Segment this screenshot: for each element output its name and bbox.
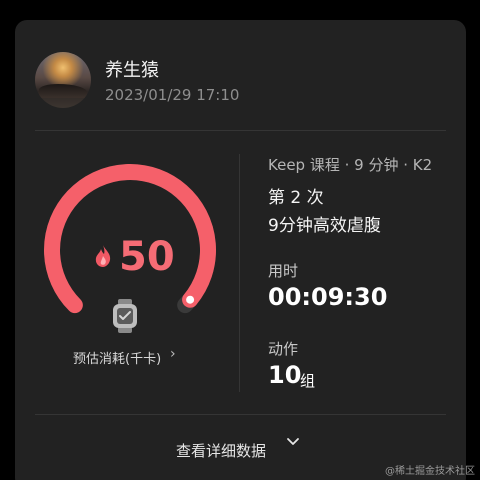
course-count: 第 2 次 — [268, 188, 324, 208]
username: 养生猿 — [105, 60, 159, 81]
actions-label: 动作 — [268, 340, 299, 358]
duration-value: 00:09:30 — [268, 283, 388, 311]
divider-top — [35, 130, 446, 131]
calorie-estimate-label[interactable]: 预估消耗(千卡) — [73, 348, 161, 367]
actions-unit: 组 — [300, 372, 316, 390]
watch-icon — [110, 298, 140, 334]
divider-bottom — [35, 414, 446, 415]
course-name[interactable]: 9分钟高效虐腹 — [268, 211, 381, 236]
flame-icon — [93, 244, 113, 274]
workout-datetime: 2023/01/29 17:10 — [105, 86, 240, 104]
actions-value: 10 — [268, 361, 302, 389]
divider-vertical — [239, 154, 240, 392]
workout-card: 养生猿 2023/01/29 17:10 50 预估消耗(千卡) › Keep … — [15, 20, 466, 480]
chevron-right-icon[interactable]: › — [170, 346, 176, 362]
chevron-down-icon[interactable] — [285, 434, 301, 450]
view-details-button[interactable]: 查看详细数据 — [176, 440, 266, 461]
gauge-end-dot — [186, 295, 195, 304]
duration-label: 用时 — [268, 262, 299, 280]
calorie-value: 50 — [119, 234, 175, 280]
watermark: @稀土掘金技术社区 — [385, 466, 475, 477]
avatar[interactable] — [35, 52, 91, 108]
course-meta: Keep 课程 · 9 分钟 · K2 — [268, 156, 433, 174]
